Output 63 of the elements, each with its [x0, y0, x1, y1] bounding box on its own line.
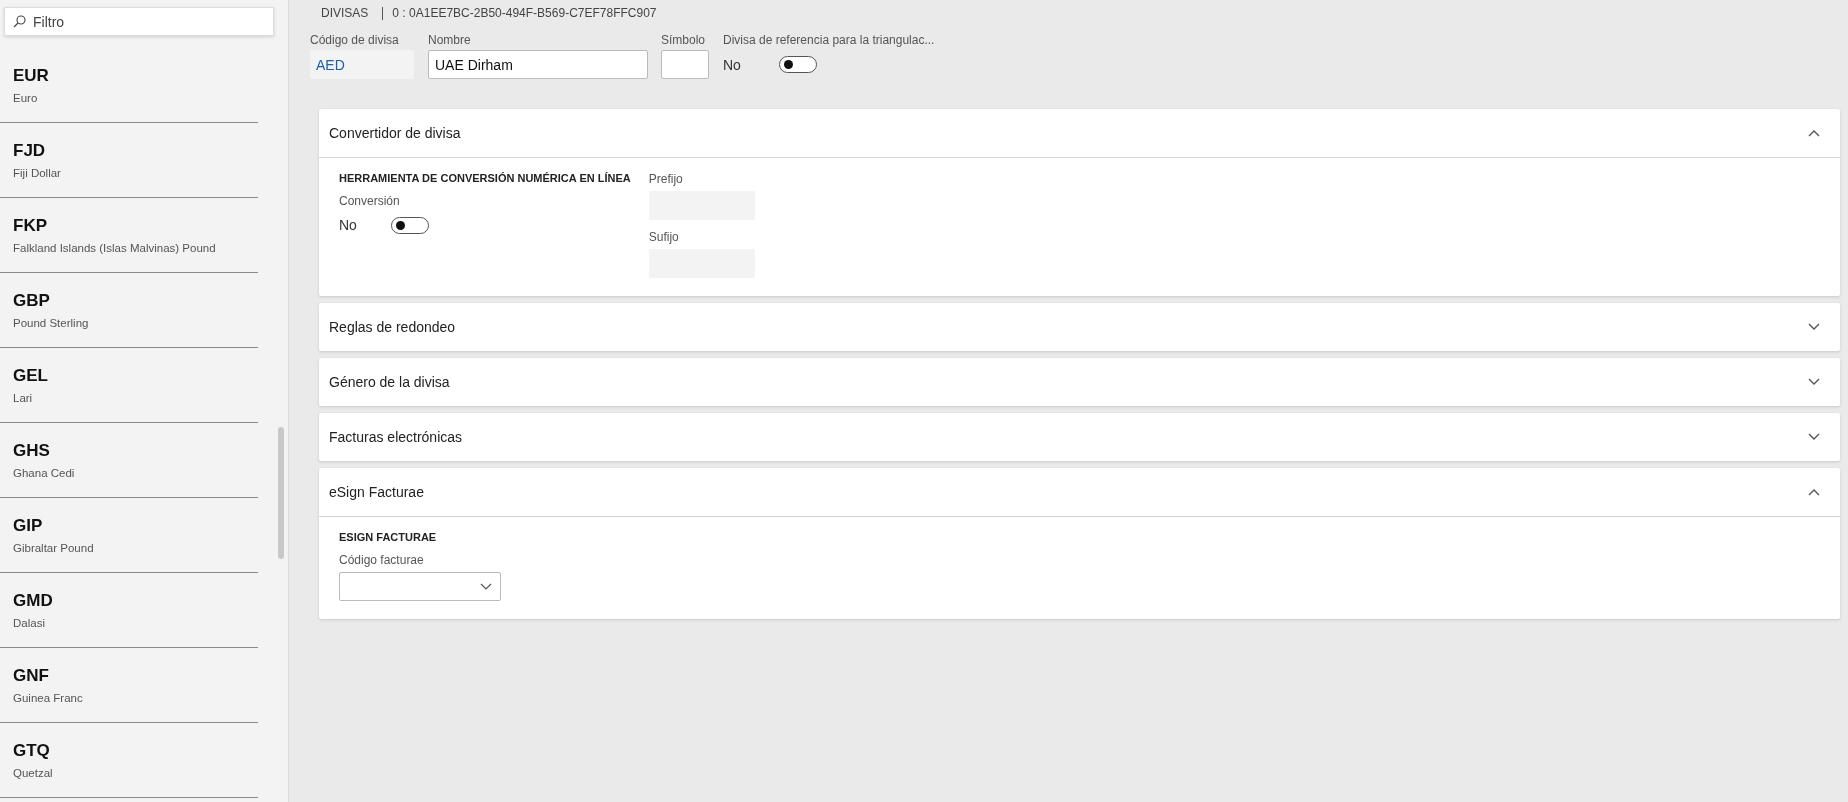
currency-list-item[interactable]: GHS Ghana Cedi	[0, 423, 258, 498]
field-label: Conversión	[339, 194, 401, 208]
currency-code: GNF	[13, 666, 50, 686]
field-label: Nombre	[428, 33, 472, 47]
currency-name: Quetzal	[13, 767, 54, 779]
read-only-field: AED	[310, 50, 414, 79]
toggle-value: No	[339, 217, 358, 233]
currency-name: Falkland Islands (Islas Malvinas) Pound	[13, 242, 217, 254]
currency-code: FKP	[13, 216, 48, 236]
currency-list-item[interactable]: GMD Dalasi	[0, 573, 258, 648]
section-title[interactable]: Facturas electrónicas	[329, 429, 463, 445]
currency-name: Lari	[13, 392, 34, 404]
currency-code: GTQ	[13, 741, 51, 761]
currency-code: GBP	[13, 291, 51, 311]
section-title[interactable]: Reglas de redondeo	[329, 319, 456, 335]
currency-name: Dalasi	[13, 617, 46, 629]
field-label: Prefijo	[648, 172, 684, 186]
currency-name: Gibraltar Pound	[13, 542, 95, 554]
dropdown-field[interactable]	[339, 572, 501, 601]
group-heading: HERRAMIENTA DE CONVERSIÓN NUMÉRICA EN LÍNEA	[339, 172, 631, 184]
currency-list-item[interactable]: FJD Fiji Dollar	[0, 123, 258, 198]
currency-list-item[interactable]: GIP Gibraltar Pound	[0, 498, 258, 573]
section-title[interactable]: Convertidor de divisa	[329, 125, 461, 141]
toggle-switch[interactable]	[391, 216, 429, 234]
currency-code: EUR	[13, 66, 50, 86]
currency-code: GMD	[13, 591, 54, 611]
text-input-field[interactable]: UAE Dirham	[428, 50, 648, 79]
currency-name: Euro	[13, 92, 39, 104]
currency-list-item[interactable]: GBP Pound Sterling	[0, 273, 258, 348]
field-label: Divisa de referencia para la triangulac...	[723, 33, 935, 47]
currency-code: GEL	[13, 366, 49, 386]
search-field[interactable]: Filtro	[4, 7, 274, 36]
currency-code: GHS	[13, 441, 51, 461]
page-title: DIVISAS	[321, 6, 369, 20]
section-title[interactable]: eSign Facturae	[329, 484, 424, 500]
currency-code: GIP	[13, 516, 44, 536]
chevron-down-icon	[480, 583, 492, 590]
chevron-up-icon[interactable]	[1808, 129, 1820, 137]
chevron-up-icon[interactable]	[1808, 488, 1820, 496]
currency-list-item[interactable]: GTQ Quetzal	[0, 723, 258, 798]
currency-code: FJD	[13, 141, 47, 161]
chevron-down-icon[interactable]	[1808, 378, 1820, 386]
group-heading: ESIGN FACTURAE	[339, 531, 438, 543]
currency-name: Ghana Cedi	[13, 467, 76, 479]
section-title[interactable]: Género de la divisa	[329, 374, 450, 390]
currency-list-item[interactable]: EUR Euro	[0, 48, 258, 123]
field-label: Código de divisa	[310, 33, 400, 47]
chevron-down-icon[interactable]	[1808, 323, 1820, 331]
currency-name: Fiji Dollar	[13, 167, 62, 179]
text-input-field[interactable]	[661, 50, 709, 79]
record-id: 0 : 0A1EE7BC-2B50-494F-B569-C7EF78FFC907	[392, 6, 657, 20]
scrollbar[interactable]	[278, 427, 284, 559]
currency-list-item[interactable]: GNF Guinea Franc	[0, 648, 258, 723]
currency-list-item[interactable]: FKP Falkland Islands (Islas Malvinas) Pound	[0, 198, 258, 273]
field-label: Código facturae	[339, 553, 425, 567]
chevron-down-icon[interactable]	[1808, 433, 1820, 441]
toggle-value: No	[723, 56, 742, 73]
currency-name: Pound Sterling	[13, 317, 90, 329]
toggle-switch[interactable]	[779, 56, 817, 73]
field-label: Sufijo	[648, 230, 680, 244]
field-label: Símbolo	[661, 33, 707, 47]
currency-name: Guinea Franc	[13, 692, 84, 704]
currency-list-item[interactable]: GEL Lari	[0, 348, 258, 423]
